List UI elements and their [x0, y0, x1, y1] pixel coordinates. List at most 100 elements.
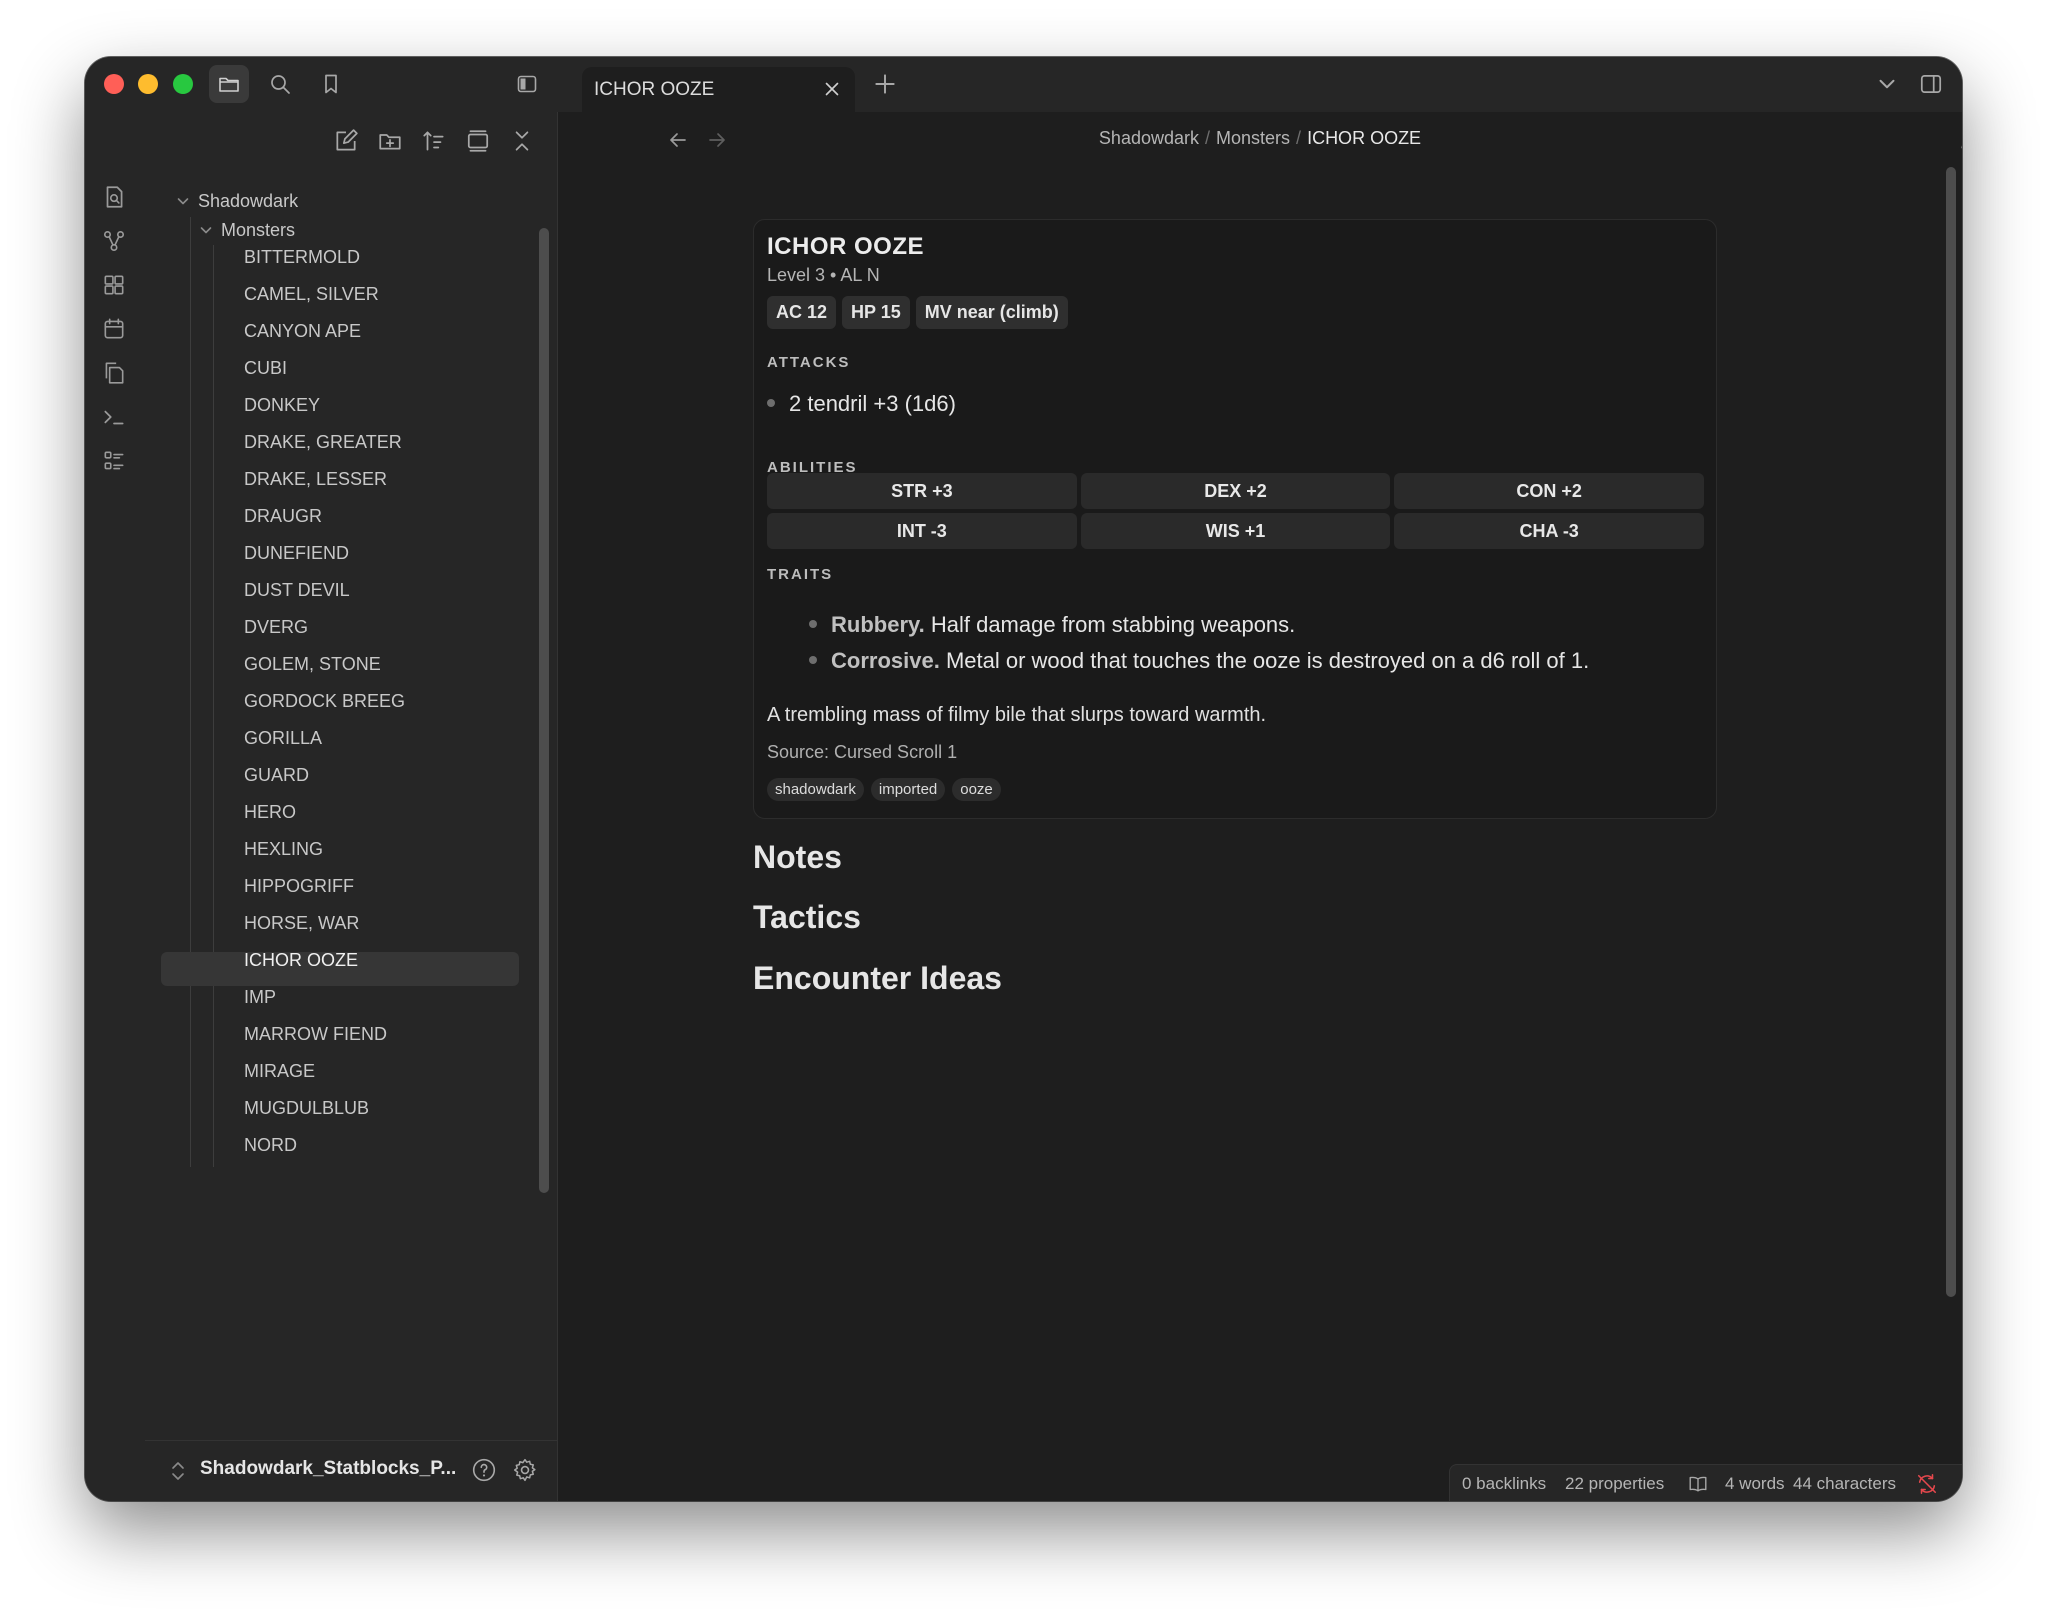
tab-title: ICHOR OOZE [594, 79, 715, 100]
tree-file-item[interactable]: ICHOR OOZE [244, 950, 358, 971]
calendar-icon[interactable] [101, 316, 127, 342]
tree-file-item[interactable]: CUBI [244, 358, 287, 379]
templates-icon[interactable] [101, 360, 127, 386]
tree-file-item[interactable]: MUGDULBLUB [244, 1098, 369, 1119]
tree-file-item[interactable]: DRAUGR [244, 506, 322, 527]
tree-file-item[interactable]: HIPPOGRIFF [244, 876, 354, 897]
reading-view-book-icon[interactable] [1687, 1473, 1709, 1495]
stat-pill-ac: AC 12 [767, 296, 837, 329]
vault-switcher-icon[interactable] [169, 1460, 187, 1482]
tree-file-item[interactable]: CAMEL, SILVER [244, 284, 379, 305]
trait-name: Rubbery. [831, 612, 925, 637]
tab-ichor-ooze[interactable]: ICHOR OOZE [582, 67, 855, 112]
tree-file-item[interactable]: DUST DEVIL [244, 580, 350, 601]
chevron-down-icon[interactable] [198, 222, 214, 238]
tag-list: shadowdark imported ooze [767, 778, 1001, 801]
statblock-name: ICHOR OOZE [767, 233, 925, 260]
tree-file-item[interactable]: HERO [244, 802, 296, 823]
trait-item: Rubbery. Half damage from stabbing weapo… [809, 612, 1295, 638]
breadcrumb-root[interactable]: Shadowdark [1099, 128, 1199, 148]
tree-file-item[interactable]: GORDOCK BREEG [244, 691, 405, 712]
search-button[interactable] [260, 65, 300, 103]
tree-file-item[interactable]: CANYON APE [244, 321, 361, 342]
tag-pill[interactable]: imported [870, 778, 946, 801]
tree-file-item[interactable]: GOLEM, STONE [244, 654, 381, 675]
ability-con: CON +2 [1394, 473, 1704, 509]
edit-pencil-icon[interactable] [1958, 126, 1962, 152]
files-view-button[interactable] [209, 65, 249, 103]
ability-str: STR +3 [767, 473, 1077, 509]
status-words: 4 words [1725, 1474, 1785, 1493]
status-characters: 44 characters [1793, 1474, 1896, 1493]
tree-file-item[interactable]: DUNEFIEND [244, 543, 349, 564]
tree-file-item[interactable]: NORD [244, 1135, 297, 1156]
attack-item: 2 tendril +3 (1d6) [767, 391, 956, 417]
close-tab-icon[interactable] [821, 78, 843, 100]
vault-name[interactable]: Shadowdark_Statblocks_P... [200, 1458, 456, 1480]
collapse-all-icon[interactable] [509, 128, 535, 154]
graph-view-icon[interactable] [101, 228, 127, 254]
bookmark-icon [325, 74, 337, 94]
tree-root-shadowdark[interactable]: Shadowdark [198, 191, 298, 212]
quick-switcher-icon[interactable] [101, 184, 127, 210]
title-bar: ICHOR OOZE [85, 57, 1962, 112]
tree-file-item[interactable]: HEXLING [244, 839, 323, 860]
file-tree: Shadowdark Monsters BITTERMOLD CAMEL, SIL… [145, 167, 557, 1167]
tag-pill[interactable]: shadowdark [767, 778, 864, 801]
tree-folder-monsters[interactable]: Monsters [221, 220, 295, 241]
heading-tactics: Tactics [753, 899, 861, 935]
statblock-level: Level 3 • AL N [767, 265, 880, 285]
new-note-icon[interactable] [333, 128, 359, 154]
bullet-icon [767, 399, 775, 408]
bullet-icon [809, 656, 817, 665]
sync-error-icon[interactable] [1916, 1473, 1938, 1495]
settings-gear-icon[interactable] [512, 1457, 538, 1483]
new-tab-icon[interactable] [872, 71, 898, 97]
canvas-icon[interactable] [101, 272, 127, 298]
ability-dex: DEX +2 [1080, 473, 1391, 509]
bookmarks-button[interactable] [311, 65, 351, 103]
auto-reveal-icon[interactable] [465, 128, 491, 154]
indent-guide [190, 217, 191, 1167]
tree-file-item[interactable]: MARROW FIEND [244, 1024, 387, 1045]
tree-file-item[interactable]: DONKEY [244, 395, 320, 416]
sidebar-right-icon[interactable] [1918, 71, 1944, 97]
search-icon [271, 75, 290, 94]
tree-file-item[interactable]: MIRAGE [244, 1061, 315, 1082]
editor-scrollbar[interactable] [1946, 167, 1956, 1297]
sidebar-scrollbar[interactable] [539, 228, 549, 1193]
breadcrumb-folder[interactable]: Monsters [1216, 128, 1290, 148]
terminal-icon[interactable] [101, 404, 127, 430]
tree-file-item[interactable]: BITTERMOLD [244, 247, 360, 268]
tab-list-chevron-icon[interactable] [1874, 71, 1900, 97]
help-icon[interactable] [471, 1457, 497, 1483]
tree-file-item[interactable]: DRAKE, GREATER [244, 432, 402, 453]
zoom-window-button[interactable] [173, 74, 193, 94]
tag-pill[interactable]: ooze [952, 778, 1001, 801]
toggle-left-sidebar-button[interactable] [507, 65, 547, 103]
tree-file-item[interactable]: DVERG [244, 617, 308, 638]
tree-file-item[interactable]: DRAKE, LESSER [244, 469, 387, 490]
tree-file-item[interactable]: GUARD [244, 765, 309, 786]
breadcrumb-current[interactable]: ICHOR OOZE [1307, 128, 1421, 148]
status-properties[interactable]: 22 properties [1565, 1474, 1664, 1494]
new-folder-icon[interactable] [377, 128, 403, 154]
statblock-description: A trembling mass of filmy bile that slur… [767, 704, 1267, 726]
sidebar-left-icon [517, 75, 537, 93]
tree-file-item[interactable]: GORILLA [244, 728, 322, 749]
sort-icon[interactable] [421, 128, 447, 154]
traits-heading: TRAITS [767, 566, 834, 583]
chevron-down-icon[interactable] [175, 193, 191, 209]
trait-text: Half damage from stabbing weapons. [930, 612, 1296, 637]
status-backlinks[interactable]: 0 backlinks [1462, 1474, 1546, 1494]
tree-file-item[interactable]: IMP [244, 987, 276, 1008]
attacks-heading: ATTACKS [767, 354, 851, 371]
close-window-button[interactable] [104, 74, 124, 94]
indent-guide [213, 245, 214, 1167]
stat-pill-hp: HP 15 [842, 296, 910, 329]
breadcrumb-separator: / [1296, 128, 1302, 148]
outline-list-icon[interactable] [101, 448, 127, 474]
abilities-grid: STR +3 DEX +2 CON +2 INT -3 WIS +1 CHA -… [767, 473, 1704, 549]
minimize-window-button[interactable] [138, 74, 158, 94]
tree-file-item[interactable]: HORSE, WAR [244, 913, 359, 934]
